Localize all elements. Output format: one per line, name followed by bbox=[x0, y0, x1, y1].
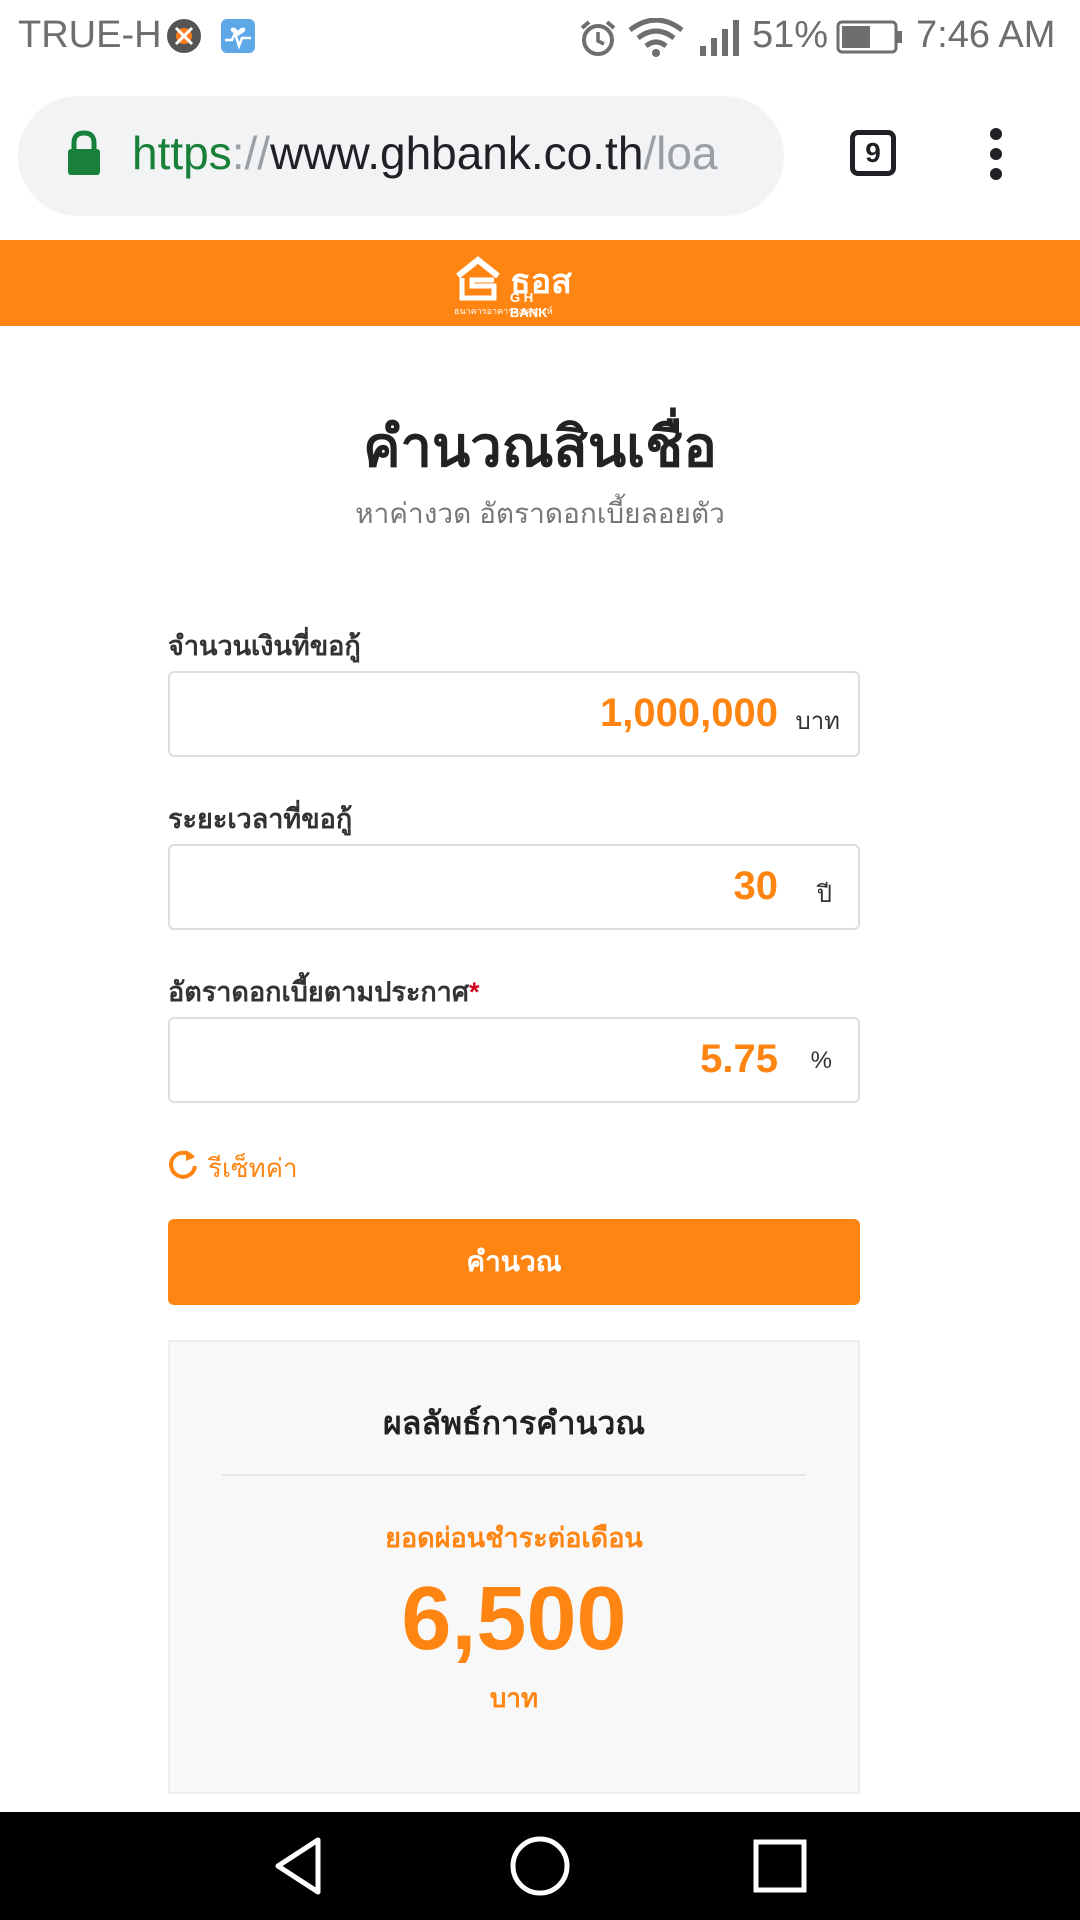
result-divider bbox=[222, 1474, 806, 1476]
lock-icon bbox=[66, 130, 102, 181]
signal-icon bbox=[698, 18, 744, 61]
loan-term-label: ระยะเวลาที่ขอกู้ bbox=[168, 804, 353, 834]
page-subtitle: หาค่างวด อัตราดอกเบี้ยลอยตัว bbox=[355, 498, 725, 529]
carrier-name: TRUE-H bbox=[18, 14, 162, 56]
battery-percent: 51% bbox=[752, 14, 829, 56]
refresh-icon bbox=[168, 1146, 198, 1185]
url-scheme: https bbox=[132, 127, 232, 179]
site-header: ธอส G H BANK ธนาคารอาคารสงเคราะห์ bbox=[0, 240, 1080, 326]
back-icon[interactable] bbox=[268, 1834, 332, 1898]
result-panel: ผลลัพธ์การคำนวณ ยอดผ่อนชำระต่อเดือน 6,50… bbox=[168, 1340, 860, 1794]
loan-term-value: 30 bbox=[733, 864, 779, 908]
interest-rate-label-text: อัตราดอกเบี้ยตามประกาศ bbox=[168, 977, 469, 1007]
loan-amount-input[interactable]: 1,000,000 บาท bbox=[168, 671, 860, 757]
page-title: คำนวณสินเชื่อ bbox=[363, 415, 717, 478]
home-icon[interactable] bbox=[508, 1834, 572, 1898]
battery-icon bbox=[836, 20, 904, 59]
monthly-payment-label: ยอดผ่อนชำระต่อเดือน bbox=[385, 1523, 643, 1553]
health-icon bbox=[220, 18, 256, 59]
url-path: /loa bbox=[643, 127, 718, 179]
browser-toolbar: https://www.ghbank.co.th/loa 9 bbox=[0, 72, 1080, 240]
url-host: www.ghbank.co.th bbox=[270, 127, 644, 179]
loan-term-unit: ปี bbox=[816, 881, 832, 908]
wifi-icon bbox=[628, 17, 684, 63]
loan-amount-unit: บาท bbox=[795, 708, 840, 735]
interest-rate-unit: % bbox=[810, 1047, 832, 1074]
result-title: ผลลัพธ์การคำนวณ bbox=[382, 1405, 646, 1441]
url-separator: :// bbox=[231, 127, 271, 179]
reset-label: รีเซ็ทค่า bbox=[208, 1153, 298, 1183]
ghbank-logo[interactable]: ธอส G H BANK ธนาคารอาคารสงเคราะห์ bbox=[454, 254, 574, 320]
calculate-button[interactable]: คำนวณ bbox=[168, 1219, 860, 1305]
house-logo-icon bbox=[456, 256, 500, 301]
interest-rate-input[interactable]: 5.75 % bbox=[168, 1017, 860, 1103]
loan-amount-value: 1,000,000 bbox=[600, 691, 778, 735]
loan-amount-label: จำนวนเงินที่ขอกู้ bbox=[168, 631, 361, 661]
clock: 7:46 AM bbox=[916, 14, 1056, 56]
monthly-payment-value: 6,500 bbox=[401, 1569, 627, 1669]
bug-icon bbox=[166, 18, 202, 59]
tab-switcher-button[interactable]: 9 bbox=[850, 130, 896, 176]
status-bar: TRUE-H 51% 7:46 AM bbox=[0, 0, 1080, 72]
overflow-menu-icon[interactable] bbox=[984, 128, 1008, 184]
address-bar[interactable]: https://www.ghbank.co.th/loa bbox=[18, 96, 784, 216]
required-mark: * bbox=[468, 977, 480, 1007]
logo-subtitle: ธนาคารอาคารสงเคราะห์ bbox=[454, 306, 553, 316]
loan-term-input[interactable]: 30 ปี bbox=[168, 844, 860, 930]
interest-rate-value: 5.75 bbox=[700, 1037, 778, 1081]
interest-rate-label: อัตราดอกเบี้ยตามประกาศ* bbox=[168, 970, 480, 1013]
url-text[interactable]: https://www.ghbank.co.th/loa bbox=[132, 126, 772, 180]
recents-icon[interactable] bbox=[748, 1834, 812, 1898]
alarm-icon bbox=[578, 18, 618, 63]
android-nav-bar bbox=[0, 1812, 1080, 1920]
monthly-payment-unit: บาท bbox=[489, 1683, 539, 1713]
